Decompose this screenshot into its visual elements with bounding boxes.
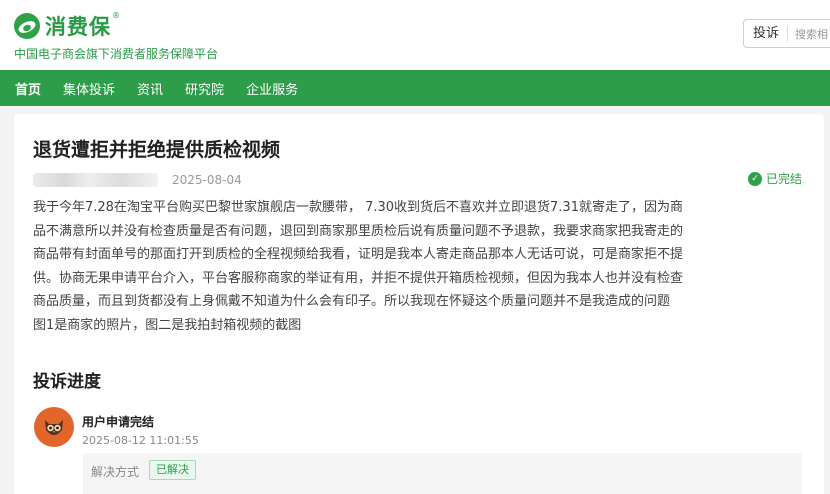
site-logo[interactable]: 消费保 ® (14, 11, 120, 41)
nav-item-home[interactable]: 首页 (15, 79, 41, 98)
complaint-meta: 2025-08-04 (33, 171, 242, 189)
leaf-logo-icon (14, 13, 40, 39)
status-badge: ✓ 已完结 (747, 170, 802, 187)
nav-item-enterprise[interactable]: 企业服务 (246, 79, 298, 98)
nav-item-group-complaint[interactable]: 集体投诉 (63, 79, 115, 98)
check-circle-icon: ✓ (747, 171, 762, 186)
search-type-select[interactable]: 投诉 (744, 25, 789, 42)
registered-mark: ® (112, 11, 120, 20)
nav-item-news[interactable]: 资讯 (137, 79, 163, 98)
body-line: 商品带有封面单号的那面打开到质检的全程视频给我看，证明是我本人寄走商品那本人无话… (33, 247, 684, 262)
complaint-date: 2025-08-04 (172, 173, 242, 187)
progress-entry-time: 2025-08-12 11:01:55 (82, 434, 199, 447)
status-text: 已完结 (765, 172, 802, 186)
resolution-box: 解决方式 已解决 (83, 453, 802, 494)
search-input[interactable]: 搜索相 (788, 26, 828, 42)
blurred-username (33, 173, 158, 187)
logo-text: 消费保 (45, 15, 111, 39)
progress-section-title: 投诉进度 (33, 372, 101, 392)
body-line: 图1是商家的照片，图二是我拍封箱视频的截图 (33, 317, 302, 333)
resolution-label: 解决方式 (91, 465, 140, 479)
body-line: 商品质量，而且到货都没有上身佩戴不知道为什么会有印子。所以我现在怀疑这个质量问题… (33, 294, 671, 309)
body-line: 供。协商无果申请平台介入，平台客服称商家的举证有用，并拒不提供开箱质检视频，但因… (33, 270, 684, 286)
nav-item-research[interactable]: 研究院 (185, 79, 224, 98)
owl-avatar-icon (34, 407, 74, 447)
progress-entry-title: 用户申请完结 (82, 415, 155, 429)
search-bar[interactable]: 投诉 搜索相 (743, 19, 830, 48)
complaint-card: 退货遭拒并拒绝提供质检视频 2025-08-04 ✓ 已完结 我于今年7.28在… (14, 114, 824, 494)
resolution-badge: 已解决 (149, 460, 196, 480)
body-line: 我于今年7.28在淘宝平台购买巴黎世家旗舰店一款腰带， 7.30收到货后不喜欢并… (33, 200, 683, 215)
site-header: 消费保 ® 中国电子商会旗下消费者服务保障平台 投诉 搜索相 (0, 0, 830, 70)
complaint-title: 退货遭拒并拒绝提供质检视频 (33, 139, 281, 161)
complaint-body: 我于今年7.28在淘宝平台购买巴黎世家旗舰店一款腰带， 7.30收到货后不喜欢并… (33, 196, 803, 337)
site-tagline: 中国电子商会旗下消费者服务保障平台 (14, 47, 219, 61)
body-line: 品不满意所以并没有检查质量是否有问题，退回到商家那里质检后说有质量问题不予退款，… (33, 223, 684, 239)
main-nav: 首页 集体投诉 资讯 研究院 企业服务 (0, 70, 830, 106)
